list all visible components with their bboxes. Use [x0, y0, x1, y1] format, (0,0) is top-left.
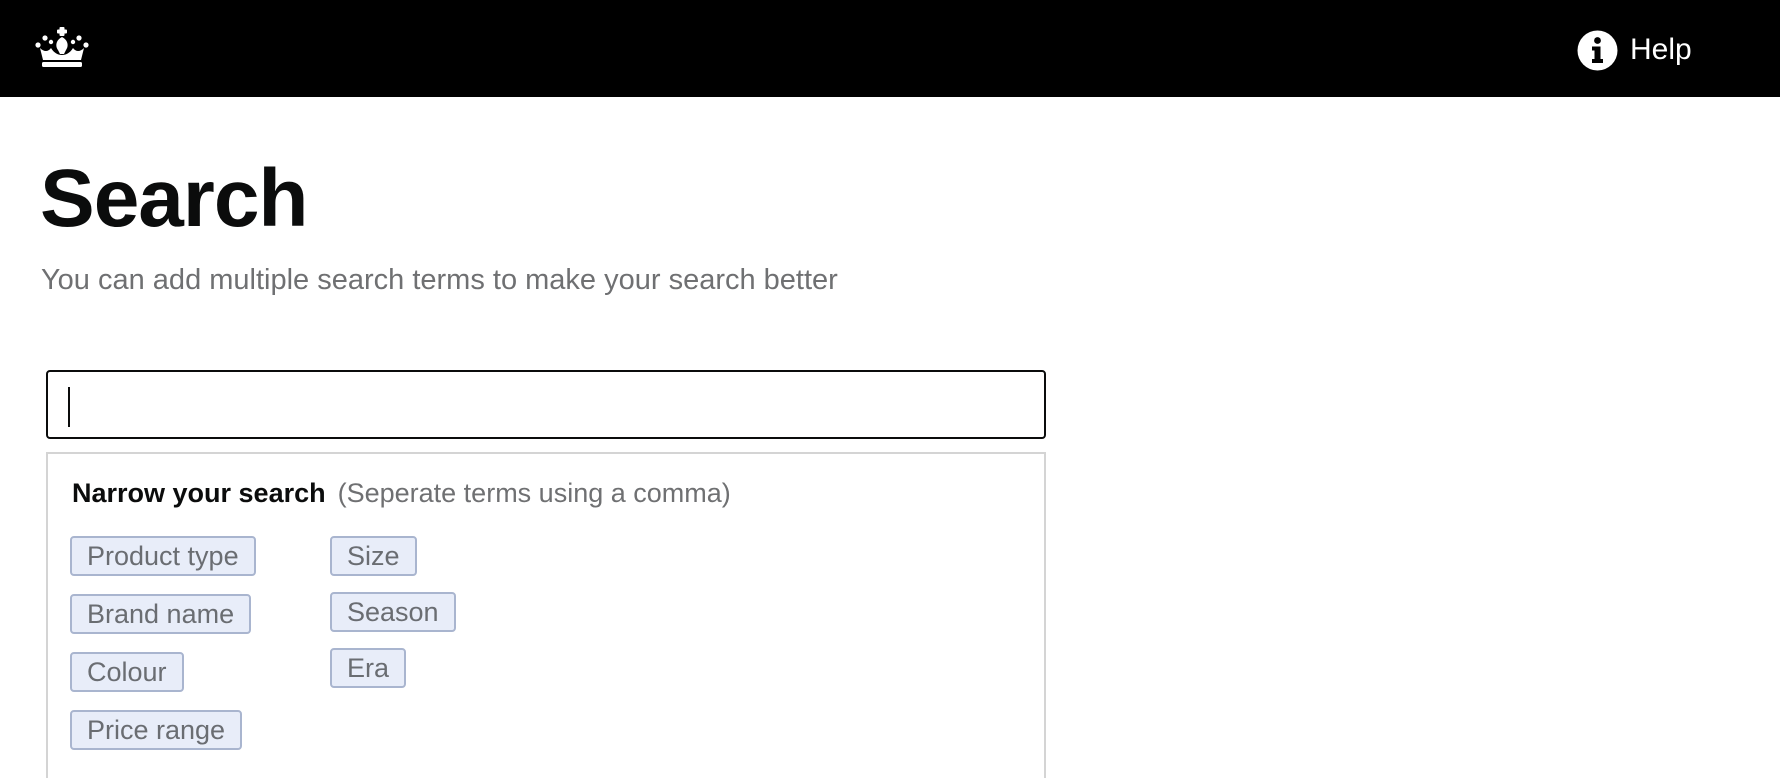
tag-colour[interactable]: Colour	[70, 652, 184, 692]
narrow-search-note: (Seperate terms using a comma)	[337, 478, 731, 508]
search-hint: You can add multiple search terms to mak…	[41, 264, 838, 296]
page-title: Search	[40, 153, 309, 244]
narrow-search-title: Narrow your search	[72, 478, 326, 508]
site-header: Help	[0, 0, 1780, 97]
narrow-search-heading: Narrow your search (Seperate terms using…	[72, 478, 731, 509]
narrow-search-panel: Narrow your search (Seperate terms using…	[46, 452, 1046, 778]
text-caret	[68, 387, 70, 427]
tag-era[interactable]: Era	[330, 648, 407, 688]
tag-price-range[interactable]: Price range	[70, 710, 243, 750]
crown-icon[interactable]	[34, 26, 90, 70]
tag-brand-name[interactable]: Brand name	[70, 594, 252, 634]
info-icon	[1577, 30, 1618, 70]
tag-size[interactable]: Size	[330, 536, 417, 576]
help-label: Help	[1630, 33, 1692, 66]
help-link[interactable]: Help	[1577, 29, 1692, 71]
search-input[interactable]	[46, 370, 1046, 439]
tag-product-type[interactable]: Product type	[70, 536, 256, 576]
tag-season[interactable]: Season	[330, 592, 456, 632]
